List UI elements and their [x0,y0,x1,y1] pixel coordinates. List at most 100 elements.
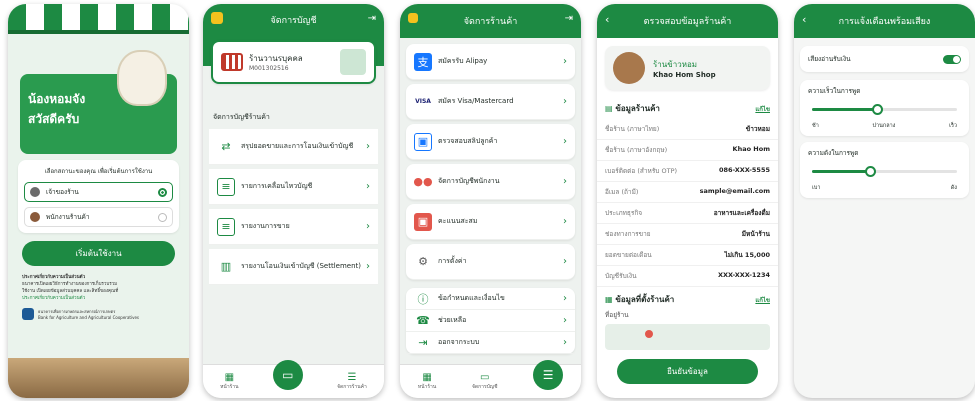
info-key: ชื่อร้าน (ภาษาไทย) [605,125,660,133]
sound-toggle-row: เสียงอ่านรับเงิน [800,46,969,72]
wallet-icon: ▭ [479,372,490,383]
edit-link[interactable]: แก้ไข [755,295,770,305]
confirm-button[interactable]: ยืนยันข้อมูล [617,359,758,384]
shop-menu: 支 สมัครรับ Alipay › VISA สมัคร Visa/Masterc… [400,44,581,280]
report-icon: ≡ [217,217,235,236]
menu-label: สมัครรับ Alipay [438,57,488,65]
menu-alipay[interactable]: 支 สมัครรับ Alipay › [406,44,575,80]
info-key: ประเภทธุรกิจ [605,209,643,217]
info-value: ไม่เกิน 15,000 [724,251,771,259]
info-row: ชื่อร้าน (ภาษาไทย) ข้าวหอม [597,119,778,140]
slider-knob[interactable] [872,104,884,115]
speed-card: ความเร็วในการพูด ช้า ปานกลาง เร็ว [800,80,969,136]
store-icon: ▦ [422,372,432,383]
fab-wallet-button[interactable]: ▭ [272,359,303,390]
slider-knob[interactable] [865,166,876,177]
start-button[interactable]: เริ่มต้นใช้งาน [22,241,175,266]
nav-storefront[interactable]: ▦ หน้าร้าน [418,372,436,391]
role-owner[interactable]: เจ้าของร้าน [24,182,173,202]
back-icon[interactable]: ‹ [802,13,806,26]
section-header-2: ▦ ข้อมูลที่ตั้งร้านค้า แก้ไข [597,287,778,308]
info-value: Khao Hom [732,145,770,153]
nav-manage-account[interactable]: ▭ จัดการบัญชี [472,372,498,391]
menu-settings[interactable]: ⚙ การตั้งค่า › [406,244,575,280]
sound-label: เสียงอ่านรับเงิน [808,55,851,63]
info-value: อาหารและเครื่องดื่ม [713,209,770,217]
logout-icon[interactable]: ⇥ [368,13,376,24]
scale-label: เร็ว [949,123,957,129]
nav-manage-shop[interactable]: ☰ จัดการร้านค้า [337,372,367,391]
edit-link[interactable]: แก้ไข [755,104,770,114]
people-icon: ●● [413,175,433,188]
menu-label: ช่วยเหลือ [438,316,467,324]
menu-label: รายงานการขาย [241,222,290,230]
volume-slider[interactable] [812,166,957,177]
menu-label: รายการเคลื่อนไหวบัญชี [241,182,313,190]
screen-shop-info: ‹ ตรวจสอบข้อมูลร้านค้า ร้านข้าวหอม Khao … [597,4,778,398]
privacy-link[interactable]: ประกาศเกี่ยวกับความเป็นส่วนตัว [22,295,175,302]
page-title: การแจ้งเตือนพร้อมเสียง [838,17,931,27]
back-icon[interactable]: ‹ [605,13,609,26]
screens: น้องหอมจัง สวัสดีครับ เลือกสถานะของคุณ เ… [0,0,975,401]
shop-card[interactable]: ร้านวานรบุคคล M001302516 [211,40,376,84]
info-row: เบอร์ติดต่อ (สำหรับ OTP) 086-XXX-5555 [597,161,778,182]
shop-name-en: Khao Hom Shop [653,70,716,79]
store-icon: ▦ [605,295,613,304]
menu-terms[interactable]: ⓘ ข้อกำหนดและเงื่อนไข › [406,288,575,310]
map-pin-icon [645,330,653,338]
nav-storefront[interactable]: ▦ หน้าร้าน [220,372,238,391]
menu-statement[interactable]: ≡ รายการเคลื่อนไหวบัญชี › [209,169,378,205]
info-icon: ⓘ [417,292,429,306]
chevron-right-icon: › [366,261,370,272]
menu-visa[interactable]: VISA สมัคร Visa/Mastercard › [406,84,575,120]
phone-icon: ☎ [416,314,430,327]
shop-name: ร้านวานรบุคคล [249,54,303,63]
menu-slip-check[interactable]: ▣ ตรวจสอบสลิปลูกค้า › [406,124,575,160]
location-label: ที่อยู่ร้าน [605,311,629,319]
sound-toggle[interactable] [943,54,961,64]
shop-icon [221,53,243,71]
shop-illustration [8,358,189,398]
header: ‹ การแจ้งเตือนพร้อมเสียง [794,4,975,38]
privacy-note: ประกาศเกี่ยวกับความเป็นส่วนตัว ธนาคารเปิ… [22,274,175,302]
privacy-text-1: ธนาคารเปิดเผยวิธีการทำงานของการเก็บรวบรว… [22,282,118,287]
list-icon: ☰ [347,372,357,383]
choose-label: เลือกสถานะของคุณ เพื่อเริ่มต้นการใช้งาน [44,168,153,175]
menu-points[interactable]: ▣ คะแนนสะสม › [406,204,575,240]
menu-sales-summary[interactable]: ⇄ สรุปยอดขายและการโอนเงินเข้าบัญชี › [209,129,378,165]
menu-logout[interactable]: ⇥ ออกจากระบบ › [406,332,575,354]
radio-empty-icon [158,212,167,222]
menu-label: การตั้งค่า [438,257,467,265]
menu-staff[interactable]: ●● จัดการบัญชีพนักงาน › [406,164,575,200]
gift-icon: ▣ [414,212,432,231]
menu-label: ออกจากระบบ [438,338,480,346]
menu-label: รายงานโอนเงินเข้าบัญชี (Settlement) [241,262,362,270]
menu-help[interactable]: ☎ ช่วยเหลือ › [406,310,575,332]
logout-icon[interactable]: ⇥ [565,13,573,24]
chevron-right-icon: › [366,181,370,192]
fab-menu-button[interactable]: ☰ [533,359,564,390]
chevron-right-icon: › [366,221,370,232]
chart-icon: ▥ [220,260,232,273]
shop-profile: ร้านข้าวหอม Khao Hom Shop [605,46,770,90]
info-value: sample@email.com [699,187,770,195]
speed-scale: ช้า ปานกลาง เร็ว [800,122,969,130]
privacy-title: ประกาศเกี่ยวกับความเป็นส่วนตัว [22,275,86,280]
role-staff[interactable]: พนักงานร้านค้า [24,207,173,227]
storefront-icon [340,49,366,75]
store-icon: ▦ [224,372,235,383]
visa-icon: VISA [415,98,431,105]
shop-name-th: ร้านข้าวหอม [653,59,698,69]
alipay-icon: 支 [414,52,432,71]
menu-sales-report[interactable]: ≡ รายงานการขาย › [209,209,378,245]
staff-avatar-icon [30,212,40,222]
speed-slider[interactable] [812,104,957,115]
info-key: ช่องทางการขาย [605,230,651,238]
info-row: ประเภทธุรกิจ อาหารและเครื่องดื่ม [597,203,778,224]
privacy-text-2: ใช้งาน เปิดเผยข้อมูลส่วนบุคคล และสิทธิ์ข… [22,289,119,294]
speed-label: ความเร็วในการพูด [808,87,861,95]
info-rows: ชื่อร้าน (ภาษาไทย) ข้าวหอม ชื่อร้าน (ภาษาอ… [597,119,778,287]
info-value: XXX-XXX-1234 [718,271,770,279]
menu-settlement[interactable]: ▥ รายงานโอนเงินเข้าบัญชี (Settlement) › [209,249,378,285]
slider-fill [812,170,870,173]
